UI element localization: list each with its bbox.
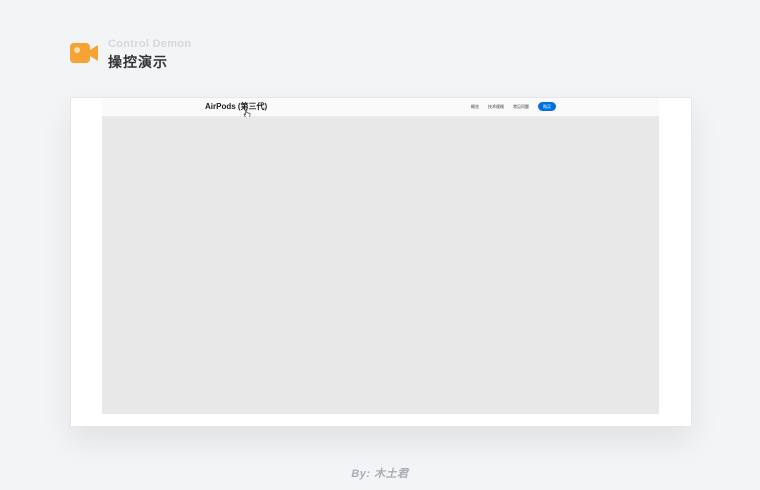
nav-link-overview[interactable]: 概览 — [471, 104, 479, 110]
browser-frame: AirPods (第三代) 概览 技术规格 常见问题 购买 — [70, 97, 692, 427]
header-title: 操控演示 — [108, 54, 168, 70]
buy-button[interactable]: 购买 — [538, 102, 556, 111]
header-subtitle: Control Demon — [108, 38, 192, 50]
nav-link-specs[interactable]: 技术规格 — [488, 104, 504, 110]
nav-link-faq[interactable]: 常见问题 — [513, 104, 529, 110]
product-name[interactable]: AirPods (第三代) — [205, 101, 267, 112]
demo-header: Control Demon 操控演示 — [70, 38, 370, 70]
product-navbar: AirPods (第三代) 概览 技术规格 常见问题 购买 — [102, 98, 659, 119]
nav-links: 概览 技术规格 常见问题 购买 — [471, 102, 659, 111]
video-camera-icon — [70, 43, 98, 63]
page-viewport: AirPods (第三代) 概览 技术规格 常见问题 购买 — [102, 98, 659, 414]
content-area — [102, 117, 659, 414]
author-credit: By: 木土君 — [351, 468, 409, 480]
